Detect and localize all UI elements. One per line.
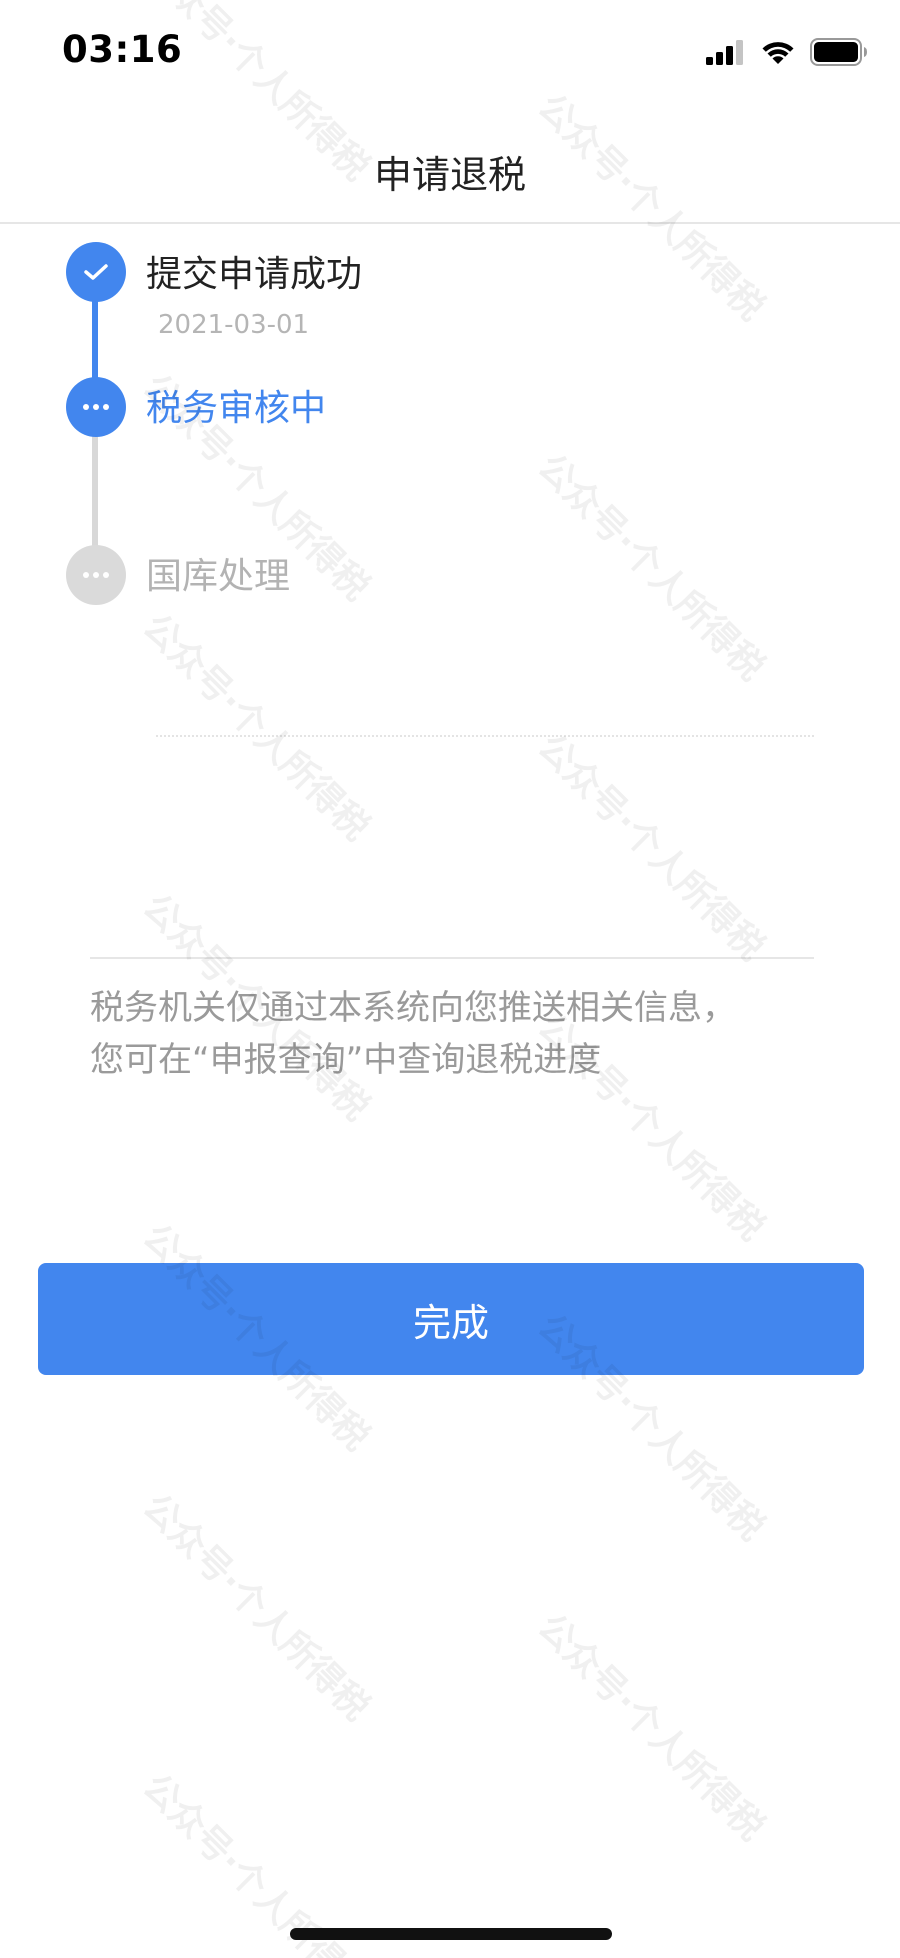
step-date-submitted: 2021-03-01 <box>158 310 310 340</box>
battery-icon <box>810 38 868 70</box>
info-notice: 税务机关仅通过本系统向您推送相关信息， 您可在“申报查询”中查询退税进度 <box>90 982 820 1086</box>
step-title-reviewing: 税务审核中 <box>146 388 327 429</box>
done-button[interactable]: 完成 <box>38 1263 864 1375</box>
more-dots-icon <box>83 572 109 578</box>
info-notice-line-1: 税务机关仅通过本系统向您推送相关信息， <box>90 988 736 1028</box>
home-indicator[interactable] <box>290 1928 612 1940</box>
info-notice-line-2: 您可在“申报查询”中查询退税进度 <box>90 1040 602 1080</box>
step-done-marker <box>66 242 126 302</box>
watermark: 公众号·个人所得税 <box>134 1486 377 1729</box>
timeline-divider <box>156 735 814 737</box>
info-divider <box>90 957 814 959</box>
step-active-marker <box>66 377 126 437</box>
status-time: 03:16 <box>62 28 183 71</box>
status-icons <box>706 38 868 70</box>
cellular-signal-icon <box>706 39 746 69</box>
refund-status-screen: 03:16 申请退税 提交申请成功 2021-03-01 税务审核中 国库处理 … <box>0 0 900 1958</box>
wifi-icon <box>760 38 796 70</box>
watermark: 公众号·个人所得税 <box>529 1606 772 1849</box>
step-pending-marker <box>66 545 126 605</box>
more-dots-icon <box>83 404 109 410</box>
nav-bar: 申请退税 <box>0 110 900 224</box>
timeline-connector-pending <box>92 422 98 562</box>
step-title-treasury: 国库处理 <box>146 556 291 597</box>
page-title: 申请退税 <box>373 153 526 197</box>
refund-progress-timeline: 提交申请成功 2021-03-01 税务审核中 国库处理 <box>0 222 900 782</box>
check-icon <box>84 264 108 280</box>
step-title-submitted: 提交申请成功 <box>146 254 363 295</box>
status-bar: 03:16 <box>0 0 900 110</box>
